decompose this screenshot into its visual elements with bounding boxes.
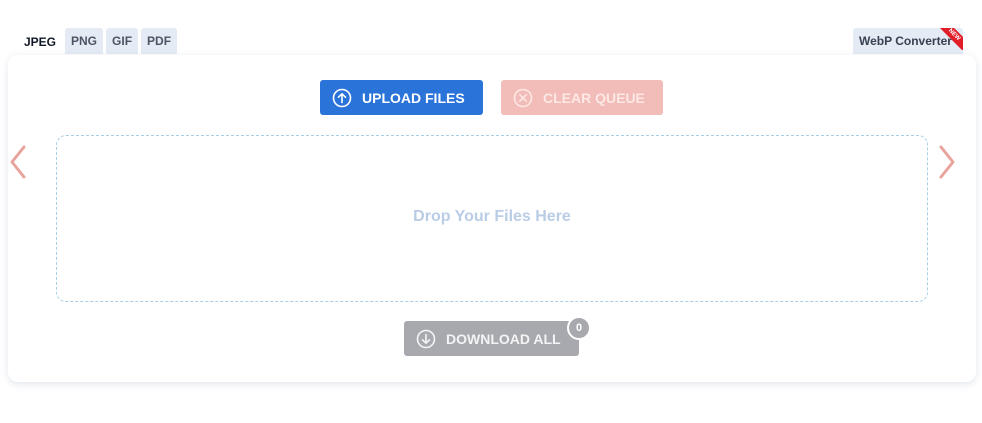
dropzone-text: Drop Your Files Here <box>413 207 571 225</box>
new-ribbon: NEW <box>939 28 963 50</box>
arrow-down-circle-icon <box>416 329 436 349</box>
upload-files-button[interactable]: UPLOAD FILES <box>320 80 483 115</box>
tab-webp-converter[interactable]: WebP Converter NEW <box>853 28 963 54</box>
converter-panel: UPLOAD FILES CLEAR QUEUE Drop Your Files… <box>8 55 976 382</box>
arrow-up-circle-icon <box>332 88 352 108</box>
tab-gif[interactable]: GIF <box>106 28 139 54</box>
tab-png[interactable]: PNG <box>65 28 104 54</box>
tab-jpeg[interactable]: JPEG <box>18 28 63 56</box>
tab-pdf[interactable]: PDF <box>141 28 178 54</box>
format-tabs: JPEG PNG GIF PDF <box>18 28 178 56</box>
chevron-right-icon[interactable] <box>937 144 957 180</box>
download-all-label: DOWNLOAD ALL <box>446 330 561 347</box>
download-all-button[interactable]: DOWNLOAD ALL <box>404 321 579 356</box>
new-ribbon-label: NEW <box>939 28 963 50</box>
clear-queue-label: CLEAR QUEUE <box>543 89 645 106</box>
file-dropzone[interactable]: Drop Your Files Here <box>56 135 928 302</box>
clear-queue-button[interactable]: CLEAR QUEUE <box>501 80 663 115</box>
chevron-left-icon[interactable] <box>8 144 28 180</box>
x-circle-icon <box>513 88 533 108</box>
upload-files-label: UPLOAD FILES <box>362 89 465 106</box>
download-count-badge: 0 <box>567 316 591 340</box>
webp-tab-label: WebP Converter <box>859 34 952 48</box>
